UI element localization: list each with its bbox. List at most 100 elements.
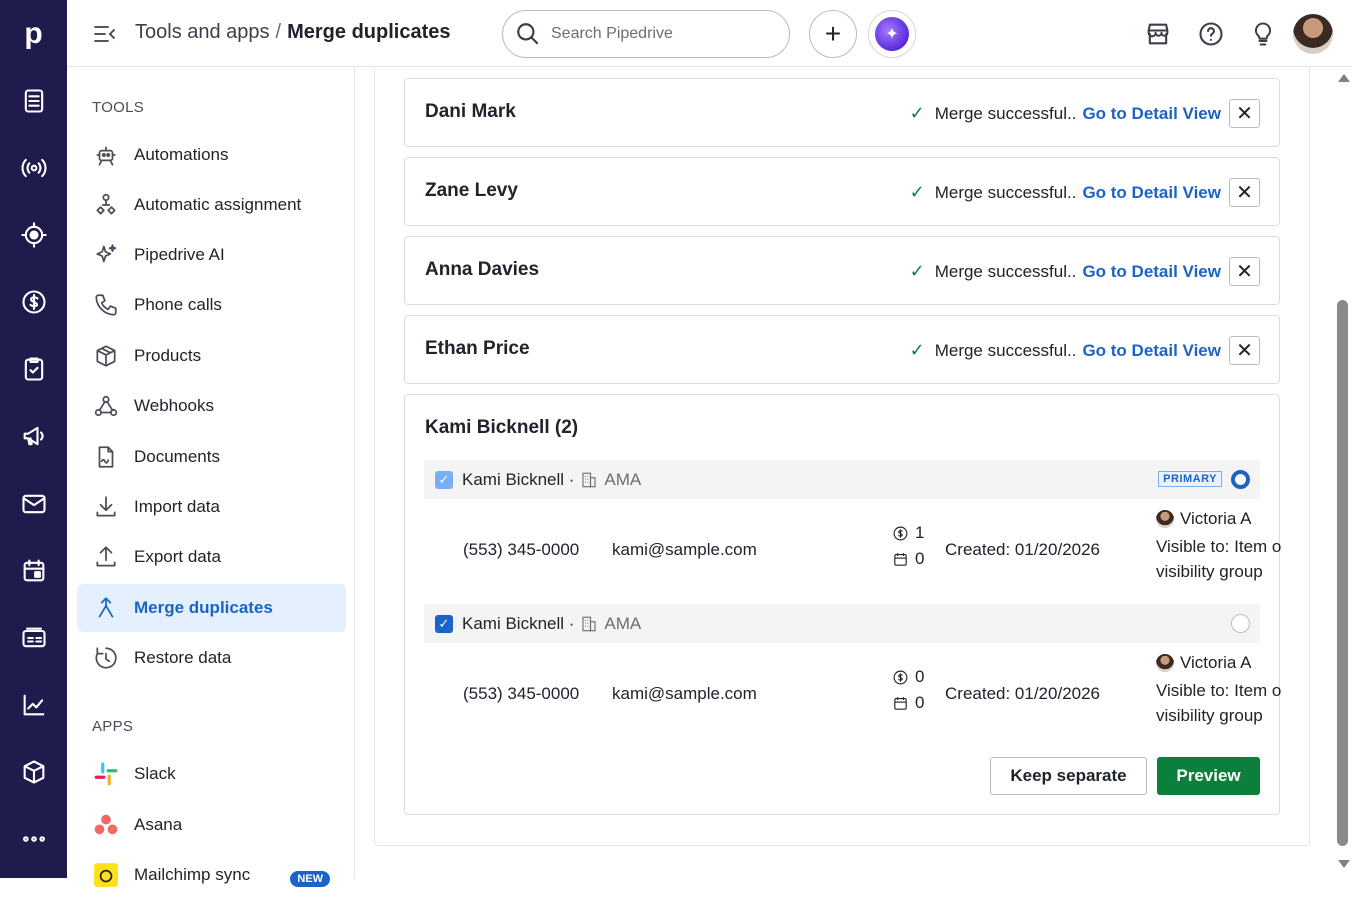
merge-status: ✓ Merge successful.. Go to Detail View [910, 103, 1221, 124]
check-icon: ✓ [909, 340, 925, 360]
campaigns-icon[interactable] [17, 151, 50, 184]
collapse-menu-icon[interactable] [93, 22, 117, 46]
visibility-line: visibility group [1156, 562, 1263, 581]
new-badge: NEW [290, 871, 330, 887]
quick-add-button[interactable]: + [809, 10, 857, 58]
box-icon [93, 343, 119, 369]
contacts-icon[interactable] [17, 621, 50, 654]
merged-contact-name: Anna Davies [425, 259, 540, 280]
breadcrumb-tools-link[interactable]: Tools and apps [135, 21, 270, 43]
deals-count-value: 0 [915, 667, 925, 686]
merge-status-text: Merge successful.. [934, 182, 1077, 202]
merge-status-text: Merge successful.. [934, 340, 1077, 360]
close-icon[interactable]: ✕ [1229, 178, 1260, 207]
user-avatar[interactable] [1293, 14, 1333, 54]
organization-name: AMA [604, 469, 642, 489]
breadcrumb: Tools and apps / Merge duplicates [135, 21, 451, 44]
page-title: Merge duplicates [287, 21, 451, 43]
candidate-name: Kami Bicknell · [462, 613, 575, 633]
sidebar-item-label: Asana [134, 815, 183, 834]
leads-icon[interactable] [17, 84, 50, 117]
detail-view-link[interactable]: Go to Detail View [1082, 183, 1221, 203]
candidate-visibility: Visible to: Item owner's visibility group [1156, 534, 1281, 584]
merged-contact-name: Dani Mark [425, 101, 516, 122]
candidate-checkbox[interactable]: ✓ [435, 470, 453, 489]
ai-sparkle-icon: ✦ [875, 17, 909, 51]
primary-radio[interactable] [1231, 614, 1250, 633]
top-bar: Tools and apps/Merge duplicates + ✦ [67, 0, 1352, 67]
search-input[interactable] [551, 25, 771, 43]
detail-view-link[interactable]: Go to Detail View [1082, 341, 1221, 361]
sidebar-item-automatic-assignment[interactable]: Automatic assignment [77, 181, 346, 229]
sidebar-item-phone-calls[interactable]: Phone calls [77, 281, 346, 329]
primary-radio[interactable] [1231, 470, 1250, 489]
keep-separate-button[interactable]: Keep separate [990, 757, 1147, 795]
merged-contact-name: Zane Levy [425, 180, 518, 201]
organization: AMA [580, 614, 641, 634]
tasks-icon[interactable] [17, 352, 50, 385]
duplicate-group: Kami Bicknell (2) ✓ Kami Bicknell · AMA … [404, 394, 1281, 815]
products-icon[interactable] [17, 755, 50, 788]
sidebar-item-webhooks[interactable]: Webhooks [77, 382, 346, 430]
deals-icon[interactable] [17, 218, 50, 251]
scroll-up-icon[interactable] [1338, 74, 1350, 82]
sidebar-item-products[interactable]: Products [77, 332, 346, 380]
owner-name: Victoria A [1180, 653, 1252, 672]
sidebar-item-asana[interactable]: Asana [77, 801, 346, 849]
sidebar-item-export-data[interactable]: Export data [77, 533, 346, 581]
sidebar-item-merge-duplicates[interactable]: Merge duplicates [77, 584, 346, 632]
merge-status-text: Merge successful.. [934, 261, 1077, 281]
calendar-icon[interactable] [17, 554, 50, 587]
primary-badge: PRIMARY [1158, 471, 1222, 487]
main-content: Dani Mark ✓ Merge successful.. Go to Detai… [355, 68, 1335, 878]
candidate-owner: Victoria A [1156, 509, 1252, 529]
candidate-email: kami@sample.com [612, 540, 757, 559]
dollar-icon [893, 670, 908, 684]
sidebar-item-label: Phone calls [134, 295, 222, 314]
pipedrive-logo[interactable]: p [0, 0, 67, 67]
marketplace-icon[interactable] [1144, 20, 1172, 48]
owner-name: Victoria A [1180, 509, 1252, 528]
merge-status: ✓ Merge successful.. Go to Detail View [910, 182, 1221, 203]
sidebar-item-pipedrive-ai[interactable]: Pipedrive AI [77, 231, 346, 279]
money-icon[interactable] [17, 285, 50, 318]
mail-icon[interactable] [17, 487, 50, 520]
help-icon[interactable] [1197, 20, 1225, 48]
webhook-icon [93, 393, 119, 419]
sidebar-item-import-data[interactable]: Import data [77, 483, 346, 531]
insights-icon[interactable] [17, 688, 50, 721]
sidebar-item-slack[interactable]: Slack [77, 750, 346, 798]
more-icon[interactable] [17, 822, 50, 855]
close-icon[interactable]: ✕ [1229, 336, 1260, 365]
detail-view-link[interactable]: Go to Detail View [1082, 262, 1221, 282]
sidebar-item-documents[interactable]: Documents [77, 433, 346, 481]
sidebar-item-label: Restore data [134, 648, 232, 667]
close-icon[interactable]: ✕ [1229, 99, 1260, 128]
lightbulb-icon[interactable] [1249, 20, 1277, 48]
merge-status: ✓ Merge successful.. Go to Detail View [910, 261, 1221, 282]
megaphone-icon[interactable] [17, 419, 50, 452]
merged-row: Ethan Price ✓ Merge successful.. Go to Det… [404, 315, 1280, 384]
scroll-down-icon[interactable] [1338, 860, 1350, 868]
document-icon [93, 444, 119, 470]
search-box[interactable] [502, 10, 790, 58]
page-scrollbar[interactable] [1335, 68, 1352, 878]
sidebar-item-automations[interactable]: Automations [77, 131, 346, 179]
close-icon[interactable]: ✕ [1229, 257, 1260, 286]
scroll-thumb[interactable] [1337, 300, 1348, 846]
preview-button[interactable]: Preview [1157, 757, 1260, 795]
sidebar-item-label: Products [134, 346, 202, 365]
ai-assistant-button[interactable]: ✦ [868, 10, 916, 58]
tools-section-title: TOOLS [92, 99, 145, 116]
candidate-checkbox[interactable]: ✓ [435, 614, 453, 633]
deals-count: 0 [892, 667, 924, 687]
detail-view-link[interactable]: Go to Detail View [1082, 104, 1221, 124]
sidebar-item-restore-data[interactable]: Restore data [77, 634, 346, 682]
sidebar-item-label: Automatic assignment [134, 195, 302, 214]
merge-status: ✓ Merge successful.. Go to Detail View [910, 340, 1221, 361]
sidebar-item-mailchimp-sync[interactable]: Mailchimp sync NEW [77, 851, 346, 899]
check-icon: ✓ [909, 261, 925, 281]
visibility-line: Visible to: Item owner's [1156, 681, 1281, 700]
candidate-visibility: Visible to: Item owner's visibility group [1156, 678, 1281, 728]
candidate-phone: (553) 345-0000 [463, 540, 580, 559]
